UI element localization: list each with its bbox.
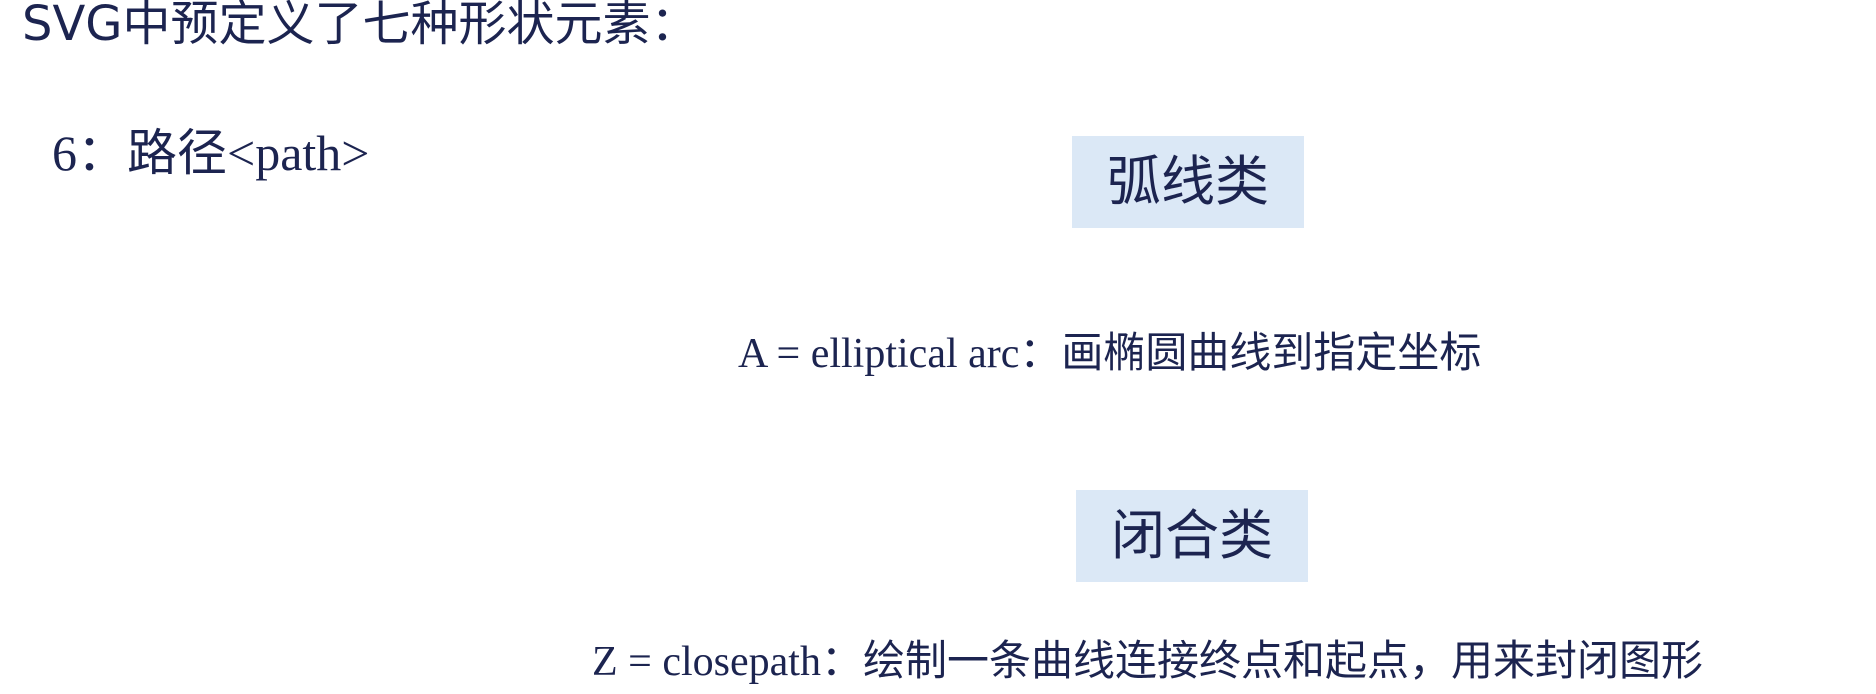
slide-title: SVG中预定义了七种形状元素： xyxy=(22,0,699,52)
description-closepath: Z = closepath：绘制一条曲线连接终点和起点，用来封闭图形 xyxy=(592,639,1703,685)
description-elliptical-arc: A = elliptical arc：画椭圆曲线到指定坐标 xyxy=(738,331,1482,377)
category-label-close: 闭合类 xyxy=(1076,490,1308,582)
category-label-arc: 弧线类 xyxy=(1072,136,1304,228)
section-heading-path: 6：路径<path> xyxy=(52,125,370,181)
slide: SVG中预定义了七种形状元素： 6：路径<path> 弧线类 A = ellip… xyxy=(0,0,1876,694)
